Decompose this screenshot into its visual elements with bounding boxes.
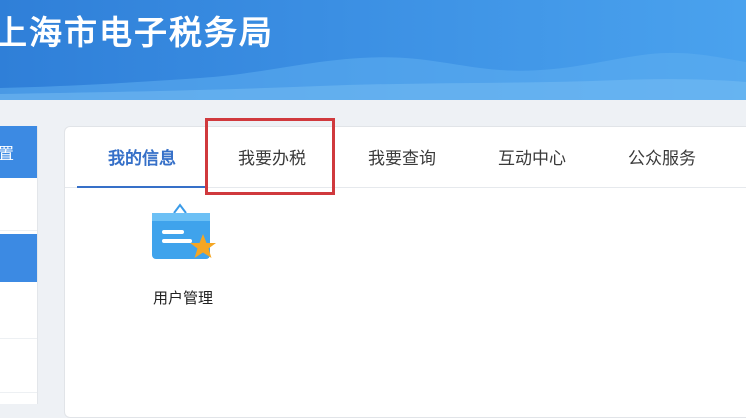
site-header: 上海市电子税务局 (0, 0, 746, 100)
sidebar-divider (0, 392, 37, 393)
sidebar-divider (0, 338, 37, 339)
left-sidebar: 置 (0, 126, 38, 404)
tile-label: 用户管理 (152, 289, 213, 307)
tab-interaction-center[interactable]: 互动中心 (467, 127, 597, 187)
tab-label: 我要查询 (368, 149, 436, 169)
site-title: 上海市电子税务局 (0, 13, 274, 52)
tab-label: 公众服务 (628, 149, 696, 169)
tab-label: 我的信息 (108, 149, 176, 169)
tab-my-info[interactable]: 我的信息 (77, 127, 207, 188)
tab-query[interactable]: 我要查询 (337, 127, 467, 187)
tab-label: 互动中心 (498, 149, 566, 169)
tile-user-management[interactable]: 用户管理 (143, 203, 223, 313)
sidebar-item-settings[interactable]: 置 (0, 126, 37, 178)
highlight-box (205, 118, 335, 195)
tab-bar: 我的信息 我要办税 我要查询 互动中心 公众服务 (65, 127, 746, 188)
user-management-icon (152, 203, 216, 259)
sidebar-item-active[interactable] (0, 234, 37, 282)
tab-public-service[interactable]: 公众服务 (597, 127, 727, 187)
sidebar-divider (0, 230, 37, 231)
sidebar-item-label: 置 (0, 144, 15, 163)
main-panel: 我的信息 我要办税 我要查询 互动中心 公众服务 用户管理 (64, 126, 746, 418)
